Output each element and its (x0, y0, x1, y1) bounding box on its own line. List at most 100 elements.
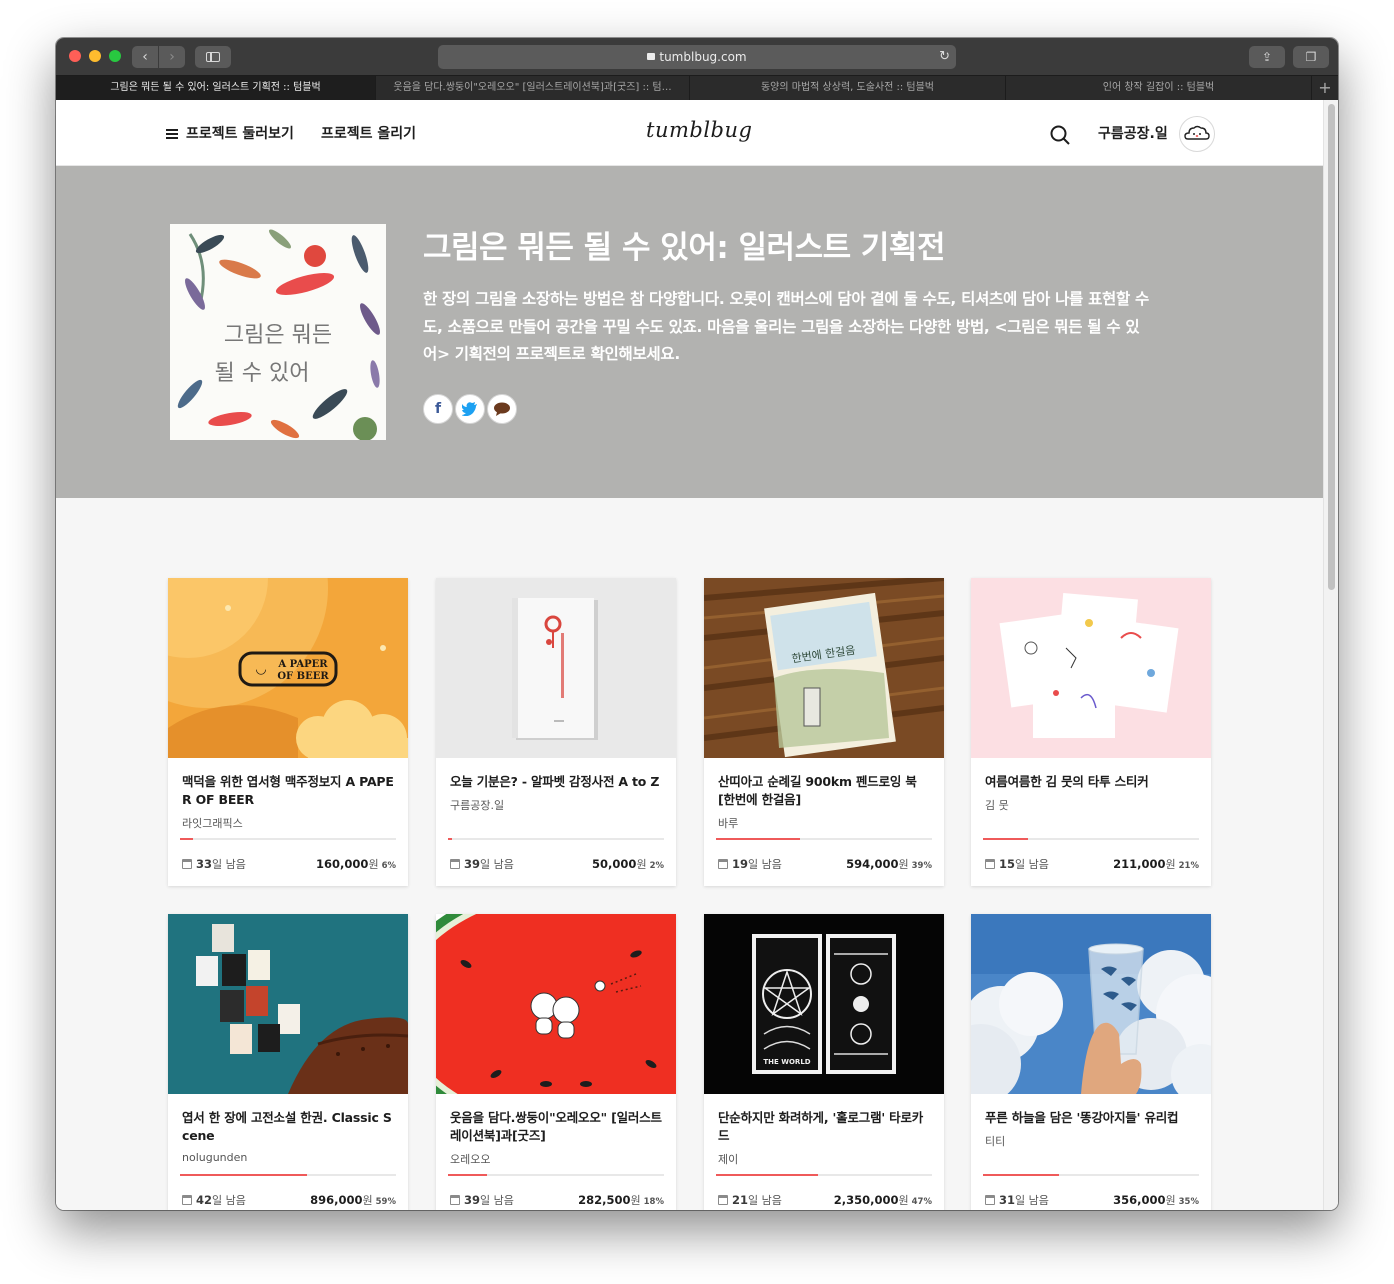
reload-icon[interactable]: ↻ (939, 49, 950, 64)
project-creator: 구름공장.일 (450, 799, 505, 812)
project-thumbnail[interactable] (971, 578, 1211, 758)
calendar-icon (182, 859, 192, 869)
project-card[interactable]: 엽서 한 장에 고전소설 한권. Classic Scene nolugunde… (168, 914, 408, 1210)
funding-progress-bar (180, 838, 396, 840)
sidebar-toggle-button[interactable] (195, 46, 231, 68)
project-title[interactable]: 웃음을 담다.쌍둥이"오레오오" [일러스트레이션북]과[굿즈] (450, 1109, 666, 1145)
new-tab-button[interactable]: + (1312, 76, 1338, 101)
twitter-share-button[interactable] (455, 394, 485, 424)
sidebar-icon (206, 52, 220, 62)
funding-amount: 50,000원 2% (592, 857, 664, 871)
project-title[interactable]: 푸른 하늘을 담은 '똥강아지들' 유리컵 (985, 1109, 1201, 1127)
project-thumbnail[interactable] (436, 578, 676, 758)
days-left: 33일 남음 (182, 856, 246, 872)
svg-text:THE WORLD: THE WORLD (763, 1058, 810, 1066)
project-card[interactable]: THE WORLD 단순하지만 화려하게, '홀로그램' 타로카드 제이 21일… (704, 914, 944, 1210)
project-card[interactable]: 웃음을 담다.쌍둥이"오레오오" [일러스트레이션북]과[굿즈] 오레오오 39… (436, 914, 676, 1210)
chevron-left-icon: ‹ (142, 49, 148, 65)
days-left: 21일 남음 (718, 1192, 782, 1208)
back-button[interactable]: ‹ (132, 46, 158, 68)
project-thumbnail[interactable]: 한번에 한걸음 (704, 578, 944, 758)
beer-paper-logo: ◡ A PAPER OF BEER (168, 578, 408, 758)
project-creator: 티티 (985, 1135, 1006, 1148)
facebook-icon: f (434, 401, 442, 417)
share-button[interactable]: ⇪ (1249, 46, 1285, 68)
kakao-share-button[interactable] (487, 394, 517, 424)
project-title[interactable]: 맥덕을 위한 엽서형 맥주정보지 A PAPER OF BEER (182, 773, 398, 809)
project-thumbnail[interactable] (168, 914, 408, 1094)
project-thumbnail[interactable] (971, 914, 1211, 1094)
project-card[interactable]: 여름여름한 김 뭇의 타투 스티커 김 뭇 15일 남음 211,000원 21% (971, 578, 1211, 886)
project-creator: 김 뭇 (985, 799, 1009, 812)
search-icon[interactable] (1050, 125, 1070, 145)
close-window-button[interactable] (69, 50, 81, 62)
project-title[interactable]: 단순하지만 화려하게, '홀로그램' 타로카드 (718, 1109, 934, 1145)
hamburger-icon (166, 129, 178, 139)
pen-drawing-book-image: 한번에 한걸음 (704, 578, 944, 758)
project-title[interactable]: 엽서 한 장에 고전소설 한권. Classic Scene (182, 1109, 398, 1145)
page-scrollbar[interactable] (1323, 100, 1338, 1210)
facebook-share-button[interactable]: f (423, 394, 453, 424)
project-creator: 제이 (718, 1153, 739, 1166)
svg-text:그림은 뭐든: 그림은 뭐든 (224, 323, 332, 348)
days-left: 39일 남음 (450, 1192, 514, 1208)
user-name-link[interactable]: 구름공장.일 (1098, 123, 1168, 143)
upload-project-link[interactable]: 프로젝트 올리기 (321, 123, 416, 143)
project-card[interactable]: 오늘 기분은? - 알파벳 감정사전 A to Z 구름공장.일 39일 남음 … (436, 578, 676, 886)
project-title[interactable]: 오늘 기분은? - 알파벳 감정사전 A to Z (450, 773, 666, 791)
project-card[interactable]: ◡ A PAPER OF BEER 맥덕을 위한 엽서형 맥주정보지 A PAP… (168, 578, 408, 886)
lock-icon (647, 53, 656, 60)
funding-amount: 160,000원 6% (316, 857, 396, 871)
project-title[interactable]: 여름여름한 김 뭇의 타투 스티커 (985, 773, 1201, 791)
funding-progress-bar (716, 838, 932, 840)
project-thumbnail[interactable] (436, 914, 676, 1094)
chevron-right-icon: › (169, 49, 175, 65)
days-left: 42일 남음 (182, 1192, 246, 1208)
avatar[interactable] (1179, 116, 1215, 152)
project-creator: 바루 (718, 817, 739, 830)
tab-overview-button[interactable]: ❐ (1293, 46, 1329, 68)
calendar-icon (450, 1195, 460, 1205)
minimize-window-button[interactable] (89, 50, 101, 62)
calendar-icon (718, 1195, 728, 1205)
funding-progress-fill (983, 838, 1029, 840)
funding-progress-bar (716, 1174, 932, 1176)
address-bar[interactable]: tumblbug.com ↻ (438, 45, 956, 69)
funding-progress-bar (448, 838, 664, 840)
funding-amount: 594,000원 39% (846, 857, 932, 871)
svg-text:◡: ◡ (256, 662, 266, 677)
funding-progress-fill (716, 1174, 818, 1176)
book-cover-image (436, 578, 676, 758)
browse-projects-menu[interactable]: 프로젝트 둘러보기 (166, 123, 294, 143)
project-creator: nolugunden (182, 1151, 248, 1164)
browser-tab-2[interactable]: 웃음을 담다.쌍둥이"오레오오" [일러스트레이션북]과[굿즈] :: 텀… (376, 76, 690, 101)
scrollbar-thumb[interactable] (1328, 104, 1335, 590)
project-title[interactable]: 산띠아고 순례길 900km 펜드로잉 북 [한번에 한걸음] (718, 773, 934, 809)
forward-button[interactable]: › (159, 46, 185, 68)
tarot-cards-image: THE WORLD (704, 914, 944, 1094)
site-logo[interactable]: tumblbug (646, 118, 752, 142)
funding-progress-fill (448, 838, 453, 840)
project-card[interactable]: 푸른 하늘을 담은 '똥강아지들' 유리컵 티티 31일 남음 356,000원… (971, 914, 1211, 1210)
project-creator: 오레오오 (450, 1153, 491, 1166)
project-card[interactable]: 한번에 한걸음 산띠아고 순례길 900km 펜드로잉 북 [한번에 한걸음] … (704, 578, 944, 886)
days-left: 31일 남음 (985, 1192, 1049, 1208)
url-display: tumblbug.com (438, 50, 956, 64)
zoom-window-button[interactable] (109, 50, 121, 62)
exhibition-title: 그림은 뭐든 될 수 있어: 일러스트 기획전 (423, 230, 945, 266)
project-thumbnail[interactable]: ◡ A PAPER OF BEER (168, 578, 408, 758)
browser-tab-1[interactable]: 그림은 뭐든 될 수 있어: 일러스트 기획전 :: 텀블벅 (56, 76, 376, 101)
funding-progress-bar (448, 1174, 664, 1176)
share-icon: ⇪ (1261, 50, 1273, 64)
tattoo-sticker-image (971, 578, 1211, 758)
days-left: 15일 남음 (985, 856, 1049, 872)
url-text: tumblbug.com (659, 50, 747, 64)
tabs-icon: ❐ (1305, 50, 1317, 64)
browser-tab-3[interactable]: 동양의 마법적 상상력, 도술사전 :: 텀블벅 (690, 76, 1006, 101)
funding-amount: 896,000원 59% (310, 1193, 396, 1207)
calendar-icon (718, 859, 728, 869)
project-thumbnail[interactable]: THE WORLD (704, 914, 944, 1094)
browser-tab-4[interactable]: 인어 창작 길잡이 :: 텀블벅 (1006, 76, 1312, 101)
funding-amount: 282,500원 18% (578, 1193, 664, 1207)
leaf-illustration-icon: 그림은 뭐든 될 수 있어 (177, 229, 380, 440)
